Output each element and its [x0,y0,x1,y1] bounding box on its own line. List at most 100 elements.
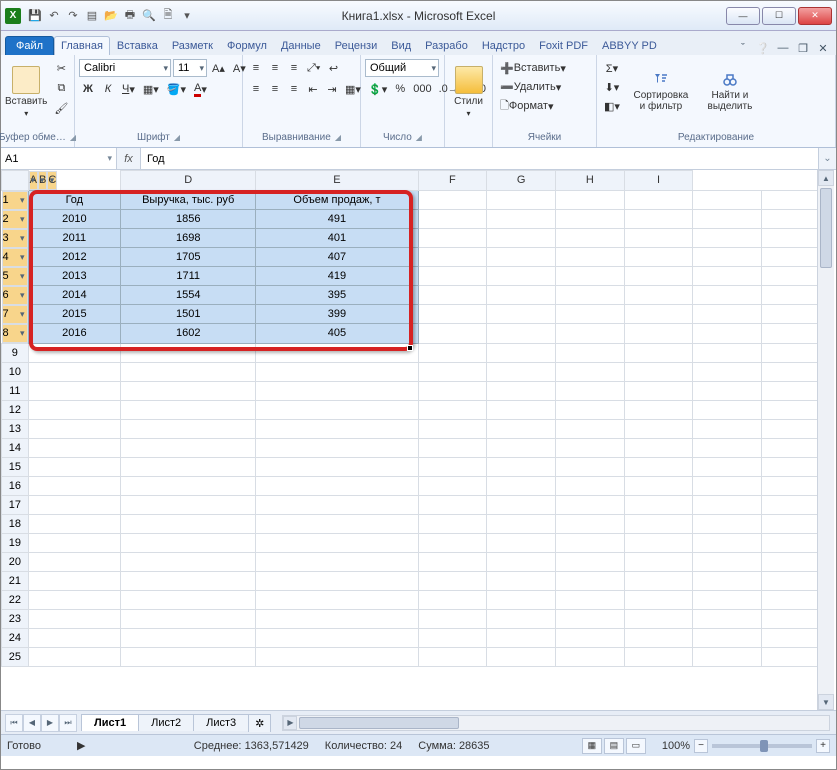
horizontal-scrollbar[interactable]: ◀ ▶ [282,715,830,731]
cell[interactable] [555,419,624,438]
autosum-icon[interactable]: Σ▾ [601,59,623,77]
cell[interactable] [555,267,624,286]
tab-formulas[interactable]: Формул [220,36,274,55]
cell[interactable] [693,381,762,400]
cell[interactable] [256,457,418,476]
cell[interactable] [418,495,487,514]
cell[interactable] [256,628,418,647]
formula-input[interactable]: Год [141,148,818,169]
cell[interactable] [487,229,556,248]
cell[interactable] [28,609,120,628]
cell[interactable] [418,362,487,381]
cell[interactable] [418,381,487,400]
cell[interactable] [28,628,120,647]
cell[interactable] [555,571,624,590]
scroll-down-icon[interactable]: ▼ [818,694,834,710]
fx-icon[interactable]: fx [117,148,141,169]
cell[interactable] [121,381,256,400]
cell[interactable] [555,248,624,267]
zoom-level[interactable]: 100% [662,740,690,752]
cell[interactable]: 405 [256,324,418,344]
cell[interactable] [28,533,120,552]
qat-new-icon[interactable]: ▤ [84,8,100,24]
cell[interactable] [28,590,120,609]
sheet-nav-last-icon[interactable]: ⏭ [59,714,77,732]
cell[interactable] [487,419,556,438]
row-header-12[interactable]: 12 [2,400,29,419]
cell[interactable] [28,400,120,419]
vertical-scrollbar[interactable]: ▲ ▼ [817,170,834,710]
cell[interactable] [256,495,418,514]
row-header-7[interactable]: 7 [2,305,28,324]
cell[interactable] [28,457,120,476]
format-painter-icon[interactable]: 🖌 [51,99,71,117]
cell[interactable] [624,343,693,362]
cell[interactable] [418,533,487,552]
cell[interactable] [28,514,120,533]
qat-quickprint-icon[interactable]: 🗎 [160,8,176,24]
cell[interactable] [693,438,762,457]
cell[interactable] [121,628,256,647]
cell[interactable] [555,190,624,210]
cell[interactable]: 491 [256,210,418,229]
align-center-icon[interactable]: ≡ [266,80,284,98]
cell[interactable] [555,514,624,533]
cell[interactable] [418,248,487,267]
row-header-16[interactable]: 16 [2,476,29,495]
tab-file[interactable]: Файл [5,36,54,55]
cell[interactable] [693,476,762,495]
cell[interactable] [555,647,624,666]
cell[interactable] [487,362,556,381]
cell[interactable] [256,647,418,666]
cell[interactable] [624,267,693,286]
cell[interactable] [693,400,762,419]
row-header-19[interactable]: 19 [2,533,29,552]
cell[interactable] [256,419,418,438]
tab-home[interactable]: Главная [54,36,110,55]
cell[interactable] [256,514,418,533]
col-header-B[interactable]: B [38,171,47,190]
cell[interactable] [418,514,487,533]
cell[interactable] [555,324,624,344]
cell[interactable] [555,286,624,305]
cell[interactable] [418,190,487,210]
cell[interactable] [693,552,762,571]
close-button[interactable]: ✕ [798,7,832,25]
cell[interactable] [256,343,418,362]
row-header-8[interactable]: 8 [2,324,28,343]
cell[interactable] [693,229,762,248]
row-header-1[interactable]: 1 [2,191,28,210]
cell[interactable]: 1554 [121,286,256,305]
cell[interactable] [418,267,487,286]
cell[interactable] [487,210,556,229]
cell[interactable]: 1602 [121,324,256,344]
tab-foxit[interactable]: Foxit PDF [532,36,595,55]
cell[interactable] [121,590,256,609]
cell[interactable] [624,248,693,267]
cell[interactable] [418,324,487,344]
cell[interactable] [418,400,487,419]
cell[interactable] [555,590,624,609]
row-header-13[interactable]: 13 [2,419,29,438]
cell[interactable] [121,438,256,457]
new-sheet-icon[interactable]: ✲ [248,714,271,732]
zoom-out-icon[interactable]: − [694,739,708,753]
cell[interactable] [693,362,762,381]
cells-format-button[interactable]: 🗋 Формат ▾ [497,97,593,115]
font-size-select[interactable]: 11 [173,59,207,77]
cell[interactable] [487,381,556,400]
cell[interactable] [28,438,120,457]
row-header-21[interactable]: 21 [2,571,29,590]
cell[interactable] [555,533,624,552]
qat-preview-icon[interactable]: 🔍 [141,8,157,24]
cell[interactable] [256,552,418,571]
cell[interactable] [693,324,762,344]
cell[interactable]: 2012 [28,248,120,267]
cell[interactable] [555,609,624,628]
wrap-text-icon[interactable]: ↩ [324,59,342,77]
cell[interactable] [121,571,256,590]
cell[interactable] [555,362,624,381]
qat-print-icon[interactable]: 🖶 [122,8,138,24]
row-header-15[interactable]: 15 [2,457,29,476]
cells-insert-button[interactable]: ➕ Вставить ▾ [497,59,593,77]
